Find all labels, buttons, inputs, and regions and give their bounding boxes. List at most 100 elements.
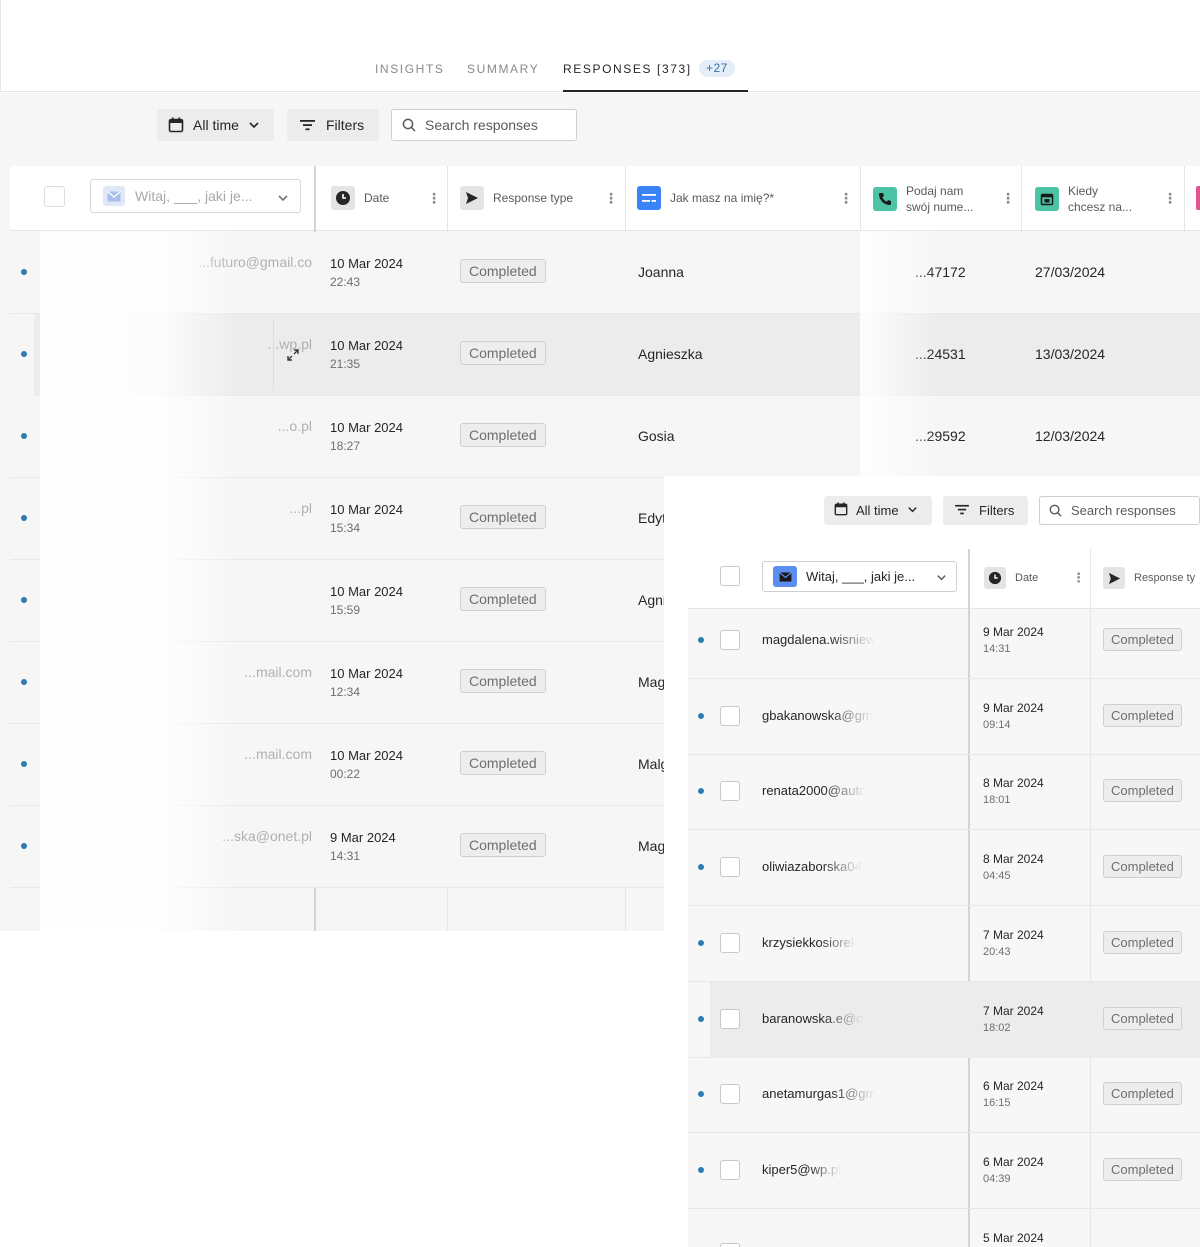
row-checkbox[interactable] xyxy=(720,1160,740,1180)
date-value: 10 Mar 2024 xyxy=(330,502,403,517)
time-value: 04:39 xyxy=(983,1173,1011,1185)
date-cell: 9 Mar 2024 09:14 xyxy=(983,701,1044,731)
select-all-checkbox[interactable] xyxy=(44,186,65,207)
tab-responses[interactable]: RESPONSES [373] xyxy=(563,62,692,76)
date-cell: 10 Mar 2024 15:59 xyxy=(330,584,403,617)
unread-dot xyxy=(21,515,27,521)
more-vertical-icon[interactable]: ⋮ xyxy=(839,191,853,205)
email-cell: ...pl xyxy=(289,500,312,516)
date-value: 6 Mar 2024 xyxy=(983,1155,1044,1169)
chevron-down-icon xyxy=(907,503,918,518)
column-header-phone[interactable]: Podaj nam swój nume... xyxy=(873,183,982,215)
email-cell: ...futuro@gmail.co xyxy=(198,254,312,270)
more-vertical-icon[interactable]: ⋮ xyxy=(427,191,441,205)
table-row[interactable] xyxy=(10,396,1200,478)
unread-dot xyxy=(21,843,27,849)
overlay-question-selector[interactable]: Witaj, ___, jaki je... xyxy=(762,561,957,592)
more-vertical-icon[interactable]: ⋮ xyxy=(604,191,618,205)
more-vertical-icon[interactable]: ⋮ xyxy=(1163,191,1177,205)
phone-cell: ...24531 xyxy=(915,346,966,362)
time-value: 16:15 xyxy=(983,1097,1011,1109)
date-cell: 8 Mar 2024 04:45 xyxy=(983,852,1044,882)
more-vertical-icon[interactable]: ⋮ xyxy=(1072,571,1085,584)
overlay-search-input[interactable]: Search responses xyxy=(1039,496,1200,525)
more-vertical-icon[interactable]: ⋮ xyxy=(1001,191,1015,205)
chevron-down-icon xyxy=(277,191,289,207)
unread-dot xyxy=(21,433,27,439)
search-input[interactable]: Search responses xyxy=(391,109,577,141)
date-cell: 7 Mar 2024 18:02 xyxy=(983,1004,1044,1034)
unread-dot xyxy=(698,864,704,870)
name-cell: Agnieszka xyxy=(638,346,703,362)
phone-icon xyxy=(873,187,897,211)
row-checkbox[interactable] xyxy=(720,1009,740,1029)
row-checkbox[interactable] xyxy=(720,630,740,650)
table-row[interactable] xyxy=(10,232,1200,314)
overlay-table-row[interactable] xyxy=(688,1209,1200,1247)
question-selector-label: Witaj, ___, jaki je... xyxy=(135,188,253,204)
overlay-filters-label: Filters xyxy=(979,503,1015,518)
short-text-icon xyxy=(637,186,661,210)
tab-summary[interactable]: SUMMARY xyxy=(467,62,539,76)
filter-icon xyxy=(300,119,315,131)
row-checkbox[interactable] xyxy=(720,1084,740,1104)
row-checkbox[interactable] xyxy=(720,857,740,877)
status-badge: Completed xyxy=(1103,855,1182,878)
clock-icon xyxy=(331,186,355,210)
row-checkbox[interactable] xyxy=(720,706,740,726)
expand-icon[interactable] xyxy=(286,348,300,367)
filters-button[interactable]: Filters xyxy=(287,109,379,141)
overlay-search-placeholder: Search responses xyxy=(1071,503,1176,518)
date-cell: 10 Mar 2024 00:22 xyxy=(330,748,403,781)
unread-dot xyxy=(698,940,704,946)
unread-dot xyxy=(21,761,27,767)
name-cell: Joanna xyxy=(638,264,684,280)
calendar-icon xyxy=(834,502,848,519)
email-cell: anetamurgas1@gm xyxy=(762,1086,877,1101)
status-badge: Completed xyxy=(460,341,546,365)
time-value: 09:14 xyxy=(983,719,1011,731)
search-icon xyxy=(402,118,416,132)
question-selector[interactable]: Witaj, ___, jaki je... xyxy=(90,179,301,213)
time-value: 18:02 xyxy=(983,1022,1011,1034)
email-cell: oliwiazaborska04 xyxy=(762,859,862,874)
overlay-column-header-date[interactable]: Date xyxy=(984,567,1038,589)
date-value: 7 Mar 2024 xyxy=(983,928,1044,942)
row-checkbox[interactable] xyxy=(720,1243,740,1247)
overlay-type-header-label: Response ty xyxy=(1134,572,1196,584)
email-cell: gbakanowska@gm xyxy=(762,708,873,723)
status-badge: Completed xyxy=(460,587,546,611)
unread-dot xyxy=(698,788,704,794)
unread-dot xyxy=(698,637,704,643)
table-row[interactable] xyxy=(34,314,1200,396)
email-cell: magdalena.wisniew xyxy=(762,632,876,647)
overlay-date-header-label: Date xyxy=(1015,572,1039,584)
column-header-response-type[interactable]: Response type xyxy=(460,186,573,210)
time-value: 15:59 xyxy=(330,603,361,617)
overlay-filters-button[interactable]: Filters xyxy=(943,496,1028,525)
tab-insights[interactable]: INSIGHTS xyxy=(375,62,444,76)
date-value: 10 Mar 2024 xyxy=(330,584,403,599)
search-placeholder: Search responses xyxy=(425,117,538,133)
email-cell: ...ska@onet.pl xyxy=(222,828,312,844)
unread-dot xyxy=(21,269,27,275)
date-cell: 9 Mar 2024 14:31 xyxy=(330,830,396,863)
when-cell: 13/03/2024 xyxy=(1035,346,1106,362)
column-header-date[interactable]: Date xyxy=(331,186,389,210)
status-badge: Completed xyxy=(1103,931,1182,954)
overlay-time-filter-button[interactable]: All time xyxy=(824,496,932,525)
calendar-icon xyxy=(168,117,184,133)
time-filter-button[interactable]: All time xyxy=(157,109,274,141)
row-checkbox[interactable] xyxy=(720,781,740,801)
phone-cell: ...47172 xyxy=(915,264,966,280)
row-checkbox[interactable] xyxy=(720,933,740,953)
email-icon xyxy=(773,566,797,587)
column-header-when[interactable]: Kiedy chcesz na... xyxy=(1035,183,1138,215)
date-cell: 10 Mar 2024 12:34 xyxy=(330,666,403,699)
column-header-name[interactable]: Jak masz na imię?* xyxy=(637,186,774,210)
overlay-question-selector-label: Witaj, ___, jaki je... xyxy=(806,569,916,584)
overlay-select-all-checkbox[interactable] xyxy=(720,566,740,586)
date-value: 10 Mar 2024 xyxy=(330,748,403,763)
date-value: 8 Mar 2024 xyxy=(983,852,1044,866)
overlay-column-header-response-type[interactable]: Response ty xyxy=(1103,567,1195,589)
